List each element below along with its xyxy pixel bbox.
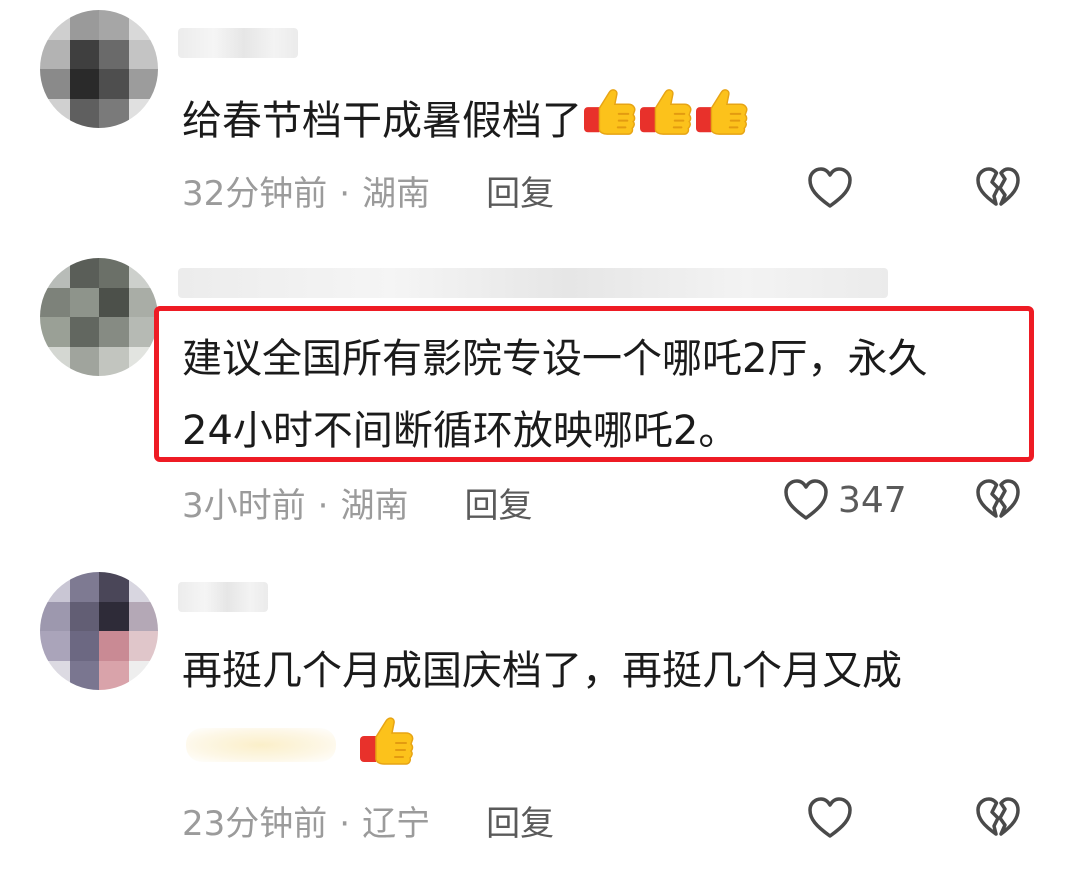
avatar[interactable] — [40, 10, 158, 128]
dislike-button[interactable] — [974, 476, 1022, 528]
reply-button[interactable]: 回复 — [486, 174, 554, 214]
reply-button[interactable]: 回复 — [486, 804, 554, 844]
comment-meta: 32分钟前 · 湖南 回复 — [182, 166, 554, 215]
username-blurred[interactable] — [178, 28, 298, 58]
like-button[interactable]: 347 — [782, 476, 907, 524]
thumbs-up-icon — [640, 84, 694, 138]
reply-button[interactable]: 回复 — [464, 486, 532, 526]
thumbs-up-icon — [360, 712, 416, 768]
dislike-button[interactable] — [974, 794, 1022, 846]
comment-location: 湖南 — [362, 174, 431, 214]
comment-text-line-1: 建议全国所有影院专设一个哪吒2厅，永久 — [182, 336, 928, 382]
heart-outline-icon — [806, 794, 854, 842]
separator-dot: · — [339, 174, 351, 214]
broken-heart-icon — [974, 794, 1022, 842]
comment-meta: 3小时前 · 湖南 回复 — [182, 478, 532, 527]
broken-heart-icon — [974, 476, 1022, 524]
username-blurred[interactable] — [178, 268, 888, 298]
dislike-button[interactable] — [974, 164, 1022, 216]
avatar[interactable] — [40, 258, 158, 376]
heart-outline-icon — [782, 476, 830, 524]
comment-location: 湖南 — [340, 486, 409, 526]
like-button[interactable] — [806, 794, 862, 842]
thumbs-up-icon — [584, 84, 638, 138]
thumbs-up-icon — [696, 84, 750, 138]
comment-time: 32分钟前 — [182, 174, 328, 214]
like-button[interactable] — [806, 164, 862, 212]
username-blurred[interactable] — [178, 582, 268, 612]
comment-location: 辽宁 — [362, 804, 431, 844]
comment-text-line-2: 24小时不间断循环放映哪吒2。 — [182, 408, 739, 454]
comment-time: 3小时前 — [182, 486, 306, 526]
comment-meta: 23分钟前 · 辽宁 回复 — [182, 796, 554, 845]
comment-text-line-1: 再挺几个月成国庆档了，再挺几个月又成 — [182, 648, 902, 694]
like-count: 347 — [838, 479, 907, 521]
comment-time: 23分钟前 — [182, 804, 328, 844]
heart-outline-icon — [806, 164, 854, 212]
avatar[interactable] — [40, 572, 158, 690]
separator-dot: · — [317, 486, 329, 526]
comment-text: 给春节档干成暑假档了 — [182, 84, 750, 156]
emoji-blurred — [186, 728, 336, 762]
broken-heart-icon — [974, 164, 1022, 212]
separator-dot: · — [339, 804, 351, 844]
